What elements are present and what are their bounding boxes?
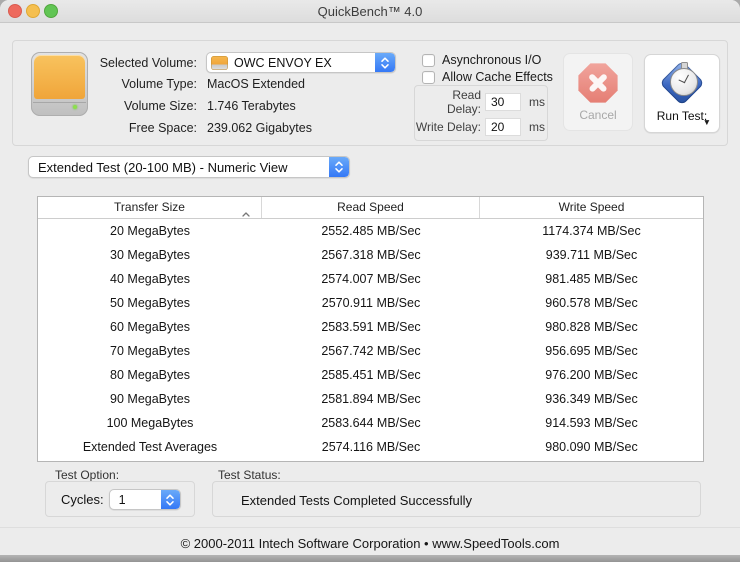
cell-write-speed: 980.090 MB/Sec	[545, 440, 638, 454]
app-window: QuickBench™ 4.0 Selected Volume: OWC ENV…	[0, 0, 740, 562]
table-row[interactable]: Extended Test Averages 2574.116 MB/Sec 9…	[38, 435, 703, 459]
free-space-label: Free Space:	[128, 121, 197, 135]
cell-write-speed: 960.578 MB/Sec	[545, 296, 638, 310]
table-row[interactable]: 30 MegaBytes 2567.318 MB/Sec 939.711 MB/…	[38, 243, 703, 267]
async-io-checkbox[interactable]	[422, 53, 435, 67]
cell-read-speed: 2567.742 MB/Sec	[321, 344, 421, 358]
table-row[interactable]: 100 MegaBytes 2583.644 MB/Sec 914.593 MB…	[38, 411, 703, 435]
table-row[interactable]: 20 MegaBytes 2552.485 MB/Sec 1174.374 MB…	[38, 219, 703, 243]
table-row[interactable]: 70 MegaBytes 2567.742 MB/Sec 956.695 MB/…	[38, 339, 703, 363]
table-row[interactable]: 40 MegaBytes 2574.007 MB/Sec 981.485 MB/…	[38, 267, 703, 291]
write-delay-field[interactable]: 20	[485, 118, 521, 136]
cell-read-speed: 2581.894 MB/Sec	[321, 392, 421, 406]
cycles-value: 1	[118, 493, 126, 507]
write-delay-unit: ms	[529, 120, 545, 134]
cell-write-speed: 980.828 MB/Sec	[545, 320, 638, 334]
test-type-popup[interactable]: Extended Test (20-100 MB) - Numeric View	[28, 156, 350, 178]
mini-drive-icon	[211, 55, 228, 70]
cell-write-speed: 1174.374 MB/Sec	[542, 224, 641, 238]
volume-type-label: Volume Type:	[121, 77, 197, 91]
volume-size-value: 1.746 Terabytes	[207, 99, 296, 113]
table-row[interactable]: 50 MegaBytes 2570.911 MB/Sec 960.578 MB/…	[38, 291, 703, 315]
table-row[interactable]: 90 MegaBytes 2581.894 MB/Sec 936.349 MB/…	[38, 387, 703, 411]
cancel-button[interactable]: Cancel	[563, 53, 633, 131]
cell-transfer-size: 50 MegaBytes	[110, 296, 190, 310]
cell-read-speed: 2585.451 MB/Sec	[321, 368, 421, 382]
results-table: Transfer Size Read Speed Write Speed 20 …	[37, 196, 704, 462]
cache-effects-label: Allow Cache Effects	[442, 70, 553, 84]
cell-read-speed: 2574.116 MB/Sec	[321, 440, 421, 454]
run-test-dropdown-arrow-icon: ▼	[702, 117, 711, 127]
column-header-transfer-size[interactable]: Transfer Size	[38, 197, 262, 218]
popup-stepper-icon	[329, 157, 349, 177]
popup-stepper-icon	[375, 53, 395, 72]
table-body: 20 MegaBytes 2552.485 MB/Sec 1174.374 MB…	[38, 219, 703, 459]
cell-write-speed: 976.200 MB/Sec	[545, 368, 638, 382]
delay-groupbox: Read Delay: 30 ms Write Delay: 20 ms	[414, 85, 548, 141]
test-type-value: Extended Test (20-100 MB) - Numeric View	[38, 159, 288, 175]
read-delay-unit: ms	[529, 95, 545, 109]
run-test-button[interactable]: Run Test: ▼	[644, 54, 720, 133]
cell-read-speed: 2583.644 MB/Sec	[321, 416, 421, 430]
volume-size-label: Volume Size:	[124, 99, 197, 113]
cycles-stepper[interactable]: 1	[108, 489, 181, 510]
test-status-message: Extended Tests Completed Successfully	[241, 493, 472, 508]
cell-write-speed: 956.695 MB/Sec	[545, 344, 638, 358]
cancel-button-label: Cancel	[579, 108, 617, 122]
sort-ascending-icon	[241, 204, 251, 225]
test-option-title: Test Option:	[55, 468, 120, 482]
cell-read-speed: 2570.911 MB/Sec	[321, 296, 421, 310]
window-title: QuickBench™ 4.0	[317, 4, 423, 19]
cell-read-speed: 2567.318 MB/Sec	[321, 248, 421, 262]
cell-write-speed: 914.593 MB/Sec	[545, 416, 638, 430]
cell-transfer-size: 60 MegaBytes	[110, 320, 190, 334]
column-header-write-speed[interactable]: Write Speed	[480, 197, 703, 218]
cell-transfer-size: 90 MegaBytes	[110, 392, 190, 406]
free-space-value: 239.062 Gigabytes	[207, 121, 312, 135]
footer-text: © 2000-2011 Intech Software Corporation …	[180, 536, 560, 551]
cell-write-speed: 939.711 MB/Sec	[545, 248, 638, 262]
column-header-read-speed[interactable]: Read Speed	[262, 197, 480, 218]
volume-type-value: MacOS Extended	[207, 77, 305, 91]
selected-volume-value: OWC ENVOY EX	[234, 55, 332, 70]
stop-icon	[578, 63, 618, 103]
stepper-icon	[160, 490, 180, 509]
table-header: Transfer Size Read Speed Write Speed	[38, 197, 703, 219]
test-status-title: Test Status:	[218, 468, 281, 482]
cell-transfer-size: 30 MegaBytes	[110, 248, 190, 262]
test-option-groupbox: Cycles: 1	[45, 481, 195, 517]
async-io-label: Asynchronous I/O	[442, 53, 542, 67]
cell-write-speed: 981.485 MB/Sec	[545, 272, 638, 286]
read-delay-field[interactable]: 30	[485, 93, 521, 111]
footer-divider	[0, 527, 740, 528]
cell-transfer-size: 80 MegaBytes	[110, 368, 190, 382]
selected-volume-label: Selected Volume:	[99, 55, 197, 70]
async-io-checkbox-row: Asynchronous I/O	[422, 53, 541, 67]
cache-effects-checkbox-row: Allow Cache Effects	[422, 70, 553, 84]
cache-effects-checkbox[interactable]	[422, 70, 435, 84]
write-delay-label: Write Delay:	[415, 120, 481, 134]
cell-read-speed: 2583.591 MB/Sec	[321, 320, 421, 334]
cell-write-speed: 936.349 MB/Sec	[545, 392, 638, 406]
title-bar[interactable]: QuickBench™ 4.0	[0, 0, 740, 23]
table-row[interactable]: 80 MegaBytes 2585.451 MB/Sec 976.200 MB/…	[38, 363, 703, 387]
cell-transfer-size: 20 MegaBytes	[110, 224, 190, 238]
cell-transfer-size: 70 MegaBytes	[110, 344, 190, 358]
cell-transfer-size: Extended Test Averages	[82, 440, 218, 454]
cycles-label: Cycles:	[61, 492, 104, 507]
cell-transfer-size: 100 MegaBytes	[106, 416, 194, 430]
cell-read-speed: 2574.007 MB/Sec	[321, 272, 421, 286]
read-delay-label: Read Delay:	[446, 88, 481, 116]
cell-transfer-size: 40 MegaBytes	[110, 272, 190, 286]
window-bottom-edge	[0, 555, 740, 562]
selected-volume-popup[interactable]: OWC ENVOY EX	[206, 52, 396, 73]
test-status-groupbox: Extended Tests Completed Successfully	[212, 481, 701, 517]
stopwatch-icon	[656, 57, 708, 109]
volume-section: Selected Volume: OWC ENVOY EX Volume Typ…	[12, 40, 728, 146]
table-row[interactable]: 60 MegaBytes 2583.591 MB/Sec 980.828 MB/…	[38, 315, 703, 339]
cell-read-speed: 2552.485 MB/Sec	[321, 224, 421, 238]
